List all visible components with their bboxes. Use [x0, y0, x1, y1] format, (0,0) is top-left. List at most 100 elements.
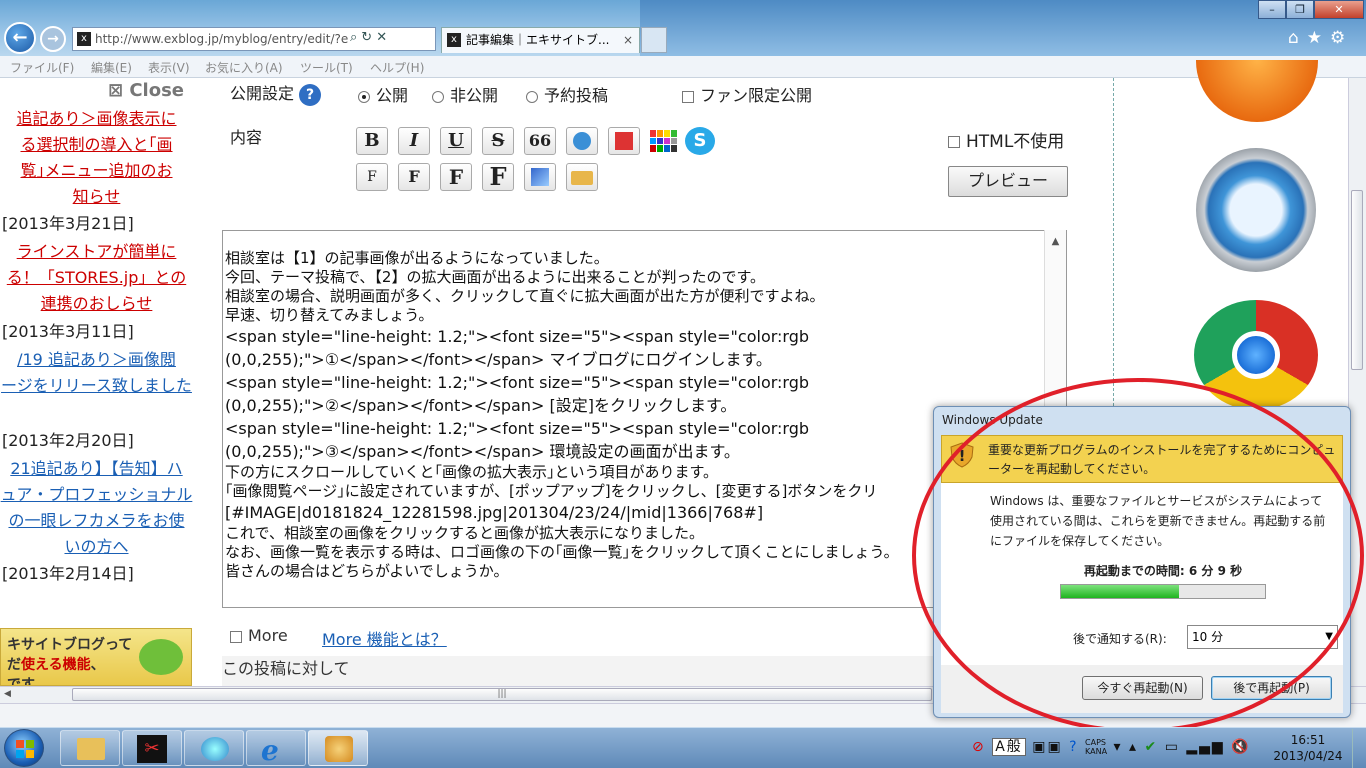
show-desktop-button[interactable]	[1352, 729, 1366, 768]
browser-toolbar-icons: ⌂★⚙	[1288, 28, 1353, 48]
checkbox-fan-only[interactable]: ファン限定公開	[682, 82, 812, 106]
vertical-scroll-thumb[interactable]	[1351, 190, 1363, 370]
strikethrough-button[interactable]: S	[482, 127, 514, 155]
address-actions[interactable]: ⌕↻✕	[350, 30, 391, 45]
folder-button[interactable]	[566, 163, 598, 191]
checkbox-icon	[682, 90, 694, 103]
minimize-button[interactable]: –	[1258, 0, 1286, 19]
back-button[interactable]: ←	[4, 22, 36, 54]
people-icon	[201, 737, 229, 761]
taskbar-clock[interactable]: 16:51 2013/04/24	[1268, 732, 1348, 764]
menu-favorites[interactable]: お気に入り(A)	[205, 59, 283, 76]
tray-screen-icon[interactable]: ▭	[1165, 739, 1180, 755]
image-insert-button[interactable]	[524, 163, 556, 191]
menu-bar: ファイル(F) 編集(E) 表示(V) お気に入り(A) ツール(T) ヘルプ(…	[0, 56, 1366, 78]
news-line: 知らせ	[72, 187, 121, 206]
font-size-small-button[interactable]: F	[356, 163, 388, 191]
banner-text-pre: だ	[7, 657, 21, 673]
content-label: 内容	[230, 128, 263, 147]
html-disable-checkbox[interactable]: HTML不使用	[948, 127, 1064, 152]
quote-button[interactable]: 66	[524, 127, 556, 155]
explorer-taskbar-button[interactable]	[60, 730, 120, 766]
color-palette-icon[interactable]	[650, 130, 677, 152]
font-size-medium-button[interactable]: F	[398, 163, 430, 191]
tab-favicon-icon: x	[447, 33, 461, 47]
news-line: 21追記あり】【告知】ハ	[10, 459, 183, 478]
promo-banner[interactable]: キサイトブログって だ使える機能、 です	[0, 628, 192, 686]
editor-line: 早速、切り替えてみましょう。	[225, 306, 434, 324]
menu-edit[interactable]: 編集(E)	[91, 59, 132, 76]
emoji-button[interactable]	[608, 127, 640, 155]
image-icon	[531, 168, 549, 186]
clock-date: 2013/04/24	[1273, 749, 1343, 763]
ime-indicator[interactable]: A般	[992, 738, 1026, 756]
tray-sync-icon[interactable]: ✔	[1145, 739, 1159, 755]
menu-file[interactable]: ファイル(F)	[10, 59, 74, 76]
network-taskbar-button[interactable]	[184, 730, 244, 766]
internet-explorer-icon: e	[261, 734, 279, 767]
radio-label: 予約投稿	[544, 86, 609, 105]
home-icon[interactable]: ⌂	[1288, 28, 1307, 48]
forward-button[interactable]: →	[40, 26, 66, 52]
font-size-xlarge-button[interactable]: F	[482, 163, 514, 191]
tray-help-icon[interactable]: ?	[1069, 739, 1078, 755]
settings-gear-icon[interactable]: ⚙	[1330, 28, 1353, 48]
volume-muted-icon[interactable]: 🔇	[1231, 739, 1250, 755]
radio-public[interactable]: 公開	[358, 82, 408, 106]
menu-help[interactable]: ヘルプ(H)	[370, 59, 424, 76]
news-date-3: [2013年2月20日]	[2, 431, 134, 450]
mascot-frog-icon	[139, 639, 183, 675]
tray-arrow-icon[interactable]: ▾ ▴	[1114, 739, 1139, 755]
help-icon[interactable]: ?	[299, 83, 322, 106]
windows-update-taskbar-button[interactable]	[308, 730, 368, 766]
more-feature-link[interactable]: More 機能とは？	[322, 626, 447, 650]
refresh-icon[interactable]: ↻	[361, 30, 376, 45]
tab-close-icon[interactable]: ×	[623, 28, 633, 52]
menu-view[interactable]: 表示(V)	[148, 59, 190, 76]
close-window-button[interactable]: ✕	[1314, 0, 1364, 19]
news-link-3[interactable]: /19 追記あり＞画像閲 ージをリリース致しました	[0, 347, 193, 399]
radio-private[interactable]: 非公開	[432, 82, 498, 106]
editor-line: <span style="line-height: 1.2;"><font si…	[225, 327, 810, 346]
italic-button[interactable]: I	[398, 127, 430, 155]
news-link-2[interactable]: ラインストアが簡単に る！「STORES.jp」との 連携のおしらせ	[0, 239, 193, 317]
app-taskbar-button[interactable]: ✂	[122, 730, 182, 766]
ie-taskbar-button[interactable]: e	[246, 730, 306, 767]
link-globe-icon	[573, 132, 591, 150]
stop-icon[interactable]: ✕	[376, 30, 391, 45]
news-link-4[interactable]: 21追記あり】【告知】ハ ュア・プロフェッショナル の一眼レフカメラをお使 いの…	[0, 456, 193, 560]
scissors-app-icon: ✂	[137, 735, 167, 763]
tab-title: 記事編集｜エキサイトブ...	[466, 33, 610, 47]
chrome-center-icon	[1232, 331, 1280, 379]
favorites-star-icon[interactable]: ★	[1307, 28, 1330, 48]
horizontal-scroll-thumb[interactable]: |||	[72, 688, 932, 701]
scroll-up-icon[interactable]: ▲	[1045, 236, 1066, 247]
radio-scheduled[interactable]: 予約投稿	[526, 82, 608, 106]
start-button[interactable]	[4, 729, 44, 767]
more-checkbox[interactable]: More	[230, 626, 288, 645]
tray-tool-icon[interactable]: ▣▣	[1032, 739, 1062, 755]
scroll-left-icon[interactable]: ◀	[4, 689, 11, 699]
maximize-button[interactable]: ❐	[1286, 0, 1314, 19]
news-line: の一眼レフカメラをお使	[8, 511, 185, 530]
checkbox-label: ファン限定公開	[700, 86, 813, 105]
more-label: More	[248, 626, 288, 645]
skype-icon[interactable]: S	[685, 127, 715, 155]
safari-logo-icon	[1196, 148, 1316, 272]
news-line: 覧｣メニュー追加のお	[20, 161, 173, 180]
radio-icon	[432, 90, 444, 103]
bold-button[interactable]: B	[356, 127, 388, 155]
underline-button[interactable]: U	[440, 127, 472, 155]
preview-button[interactable]: プレビュー	[948, 166, 1068, 197]
windows-logo-icon	[16, 740, 34, 758]
new-tab-button[interactable]	[641, 27, 667, 53]
tray-stop-icon[interactable]: ⊘	[972, 739, 986, 755]
font-size-large-button[interactable]: F	[440, 163, 472, 191]
search-icon[interactable]: ⌕	[350, 30, 361, 45]
network-signal-icon[interactable]: ▂▄▆	[1186, 739, 1224, 755]
link-button[interactable]	[566, 127, 598, 155]
tab-edit-entry[interactable]: x 記事編集｜エキサイトブ... ×	[441, 27, 640, 53]
news-link-1[interactable]: 追記あり＞画像表示に る選択制の導入と｢画 覧｣メニュー追加のお 知らせ	[0, 106, 193, 210]
menu-tools[interactable]: ツール(T)	[300, 59, 353, 76]
caps-kana-indicator: CAPS KANA	[1085, 738, 1107, 756]
